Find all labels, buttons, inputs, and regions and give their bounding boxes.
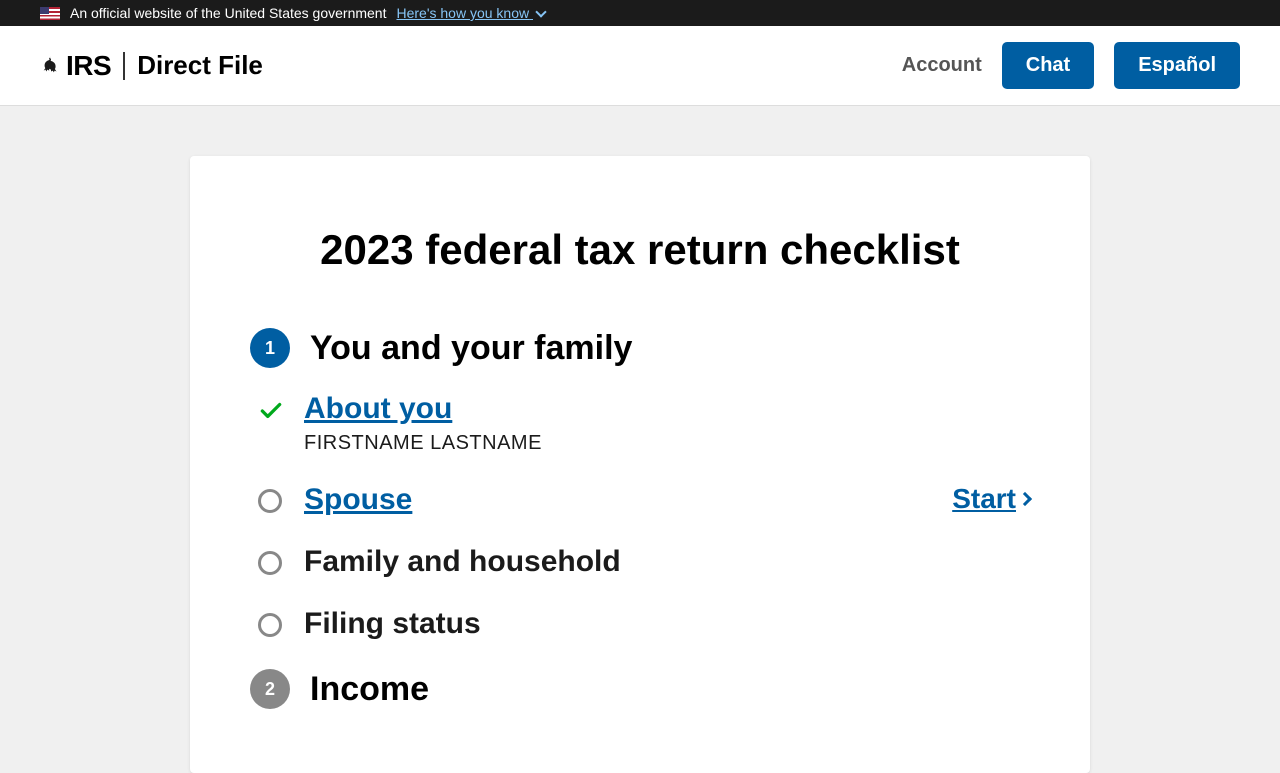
checklist-card: 2023 federal tax return checklist 1 You …: [190, 156, 1090, 773]
item-filing-status: Filing status: [258, 607, 1030, 641]
about-you-link[interactable]: About you: [304, 392, 452, 425]
chevron-down-icon: [535, 6, 546, 17]
header-actions: Account Chat Español: [902, 42, 1240, 89]
section-income: 2 Income: [250, 669, 1030, 709]
filing-status-label: Filing status: [304, 607, 481, 640]
circle-icon: [258, 613, 284, 639]
section-you-and-family: 1 You and your family: [250, 328, 1030, 368]
chat-button[interactable]: Chat: [1002, 42, 1094, 89]
page-title: 2023 federal tax return checklist: [250, 226, 1030, 274]
eagle-icon: [40, 55, 62, 77]
irs-logo: IRS: [40, 50, 111, 82]
main: 2023 federal tax return checklist 1 You …: [0, 106, 1280, 773]
logo-divider: [123, 52, 125, 80]
section-title: Income: [310, 670, 429, 709]
section-number-badge: 1: [250, 328, 290, 368]
gov-banner-link[interactable]: Here's how you know: [396, 5, 545, 21]
about-you-name: FIRSTNAME LASTNAME: [304, 432, 1030, 455]
item-about-you: About you FIRSTNAME LASTNAME: [258, 392, 1030, 455]
item-family-household: Family and household: [258, 545, 1030, 579]
item-spouse: Spouse Start: [258, 483, 1030, 517]
espanol-button[interactable]: Español: [1114, 42, 1240, 89]
section-title: You and your family: [310, 329, 632, 368]
product-name: Direct File: [137, 50, 263, 81]
chevron-right-icon: [1018, 492, 1032, 506]
spouse-start-button[interactable]: Start: [952, 483, 1030, 515]
spouse-link[interactable]: Spouse: [304, 483, 412, 516]
family-household-label: Family and household: [304, 545, 621, 578]
us-flag-icon: [40, 7, 60, 20]
circle-icon: [258, 489, 284, 515]
check-icon: [258, 398, 284, 424]
section-number-badge: 2: [250, 669, 290, 709]
account-link[interactable]: Account: [902, 54, 982, 77]
gov-banner: An official website of the United States…: [0, 0, 1280, 26]
header: IRS Direct File Account Chat Español: [0, 26, 1280, 106]
gov-banner-text: An official website of the United States…: [70, 5, 386, 21]
circle-icon: [258, 551, 284, 577]
logo-area[interactable]: IRS Direct File: [40, 50, 263, 82]
